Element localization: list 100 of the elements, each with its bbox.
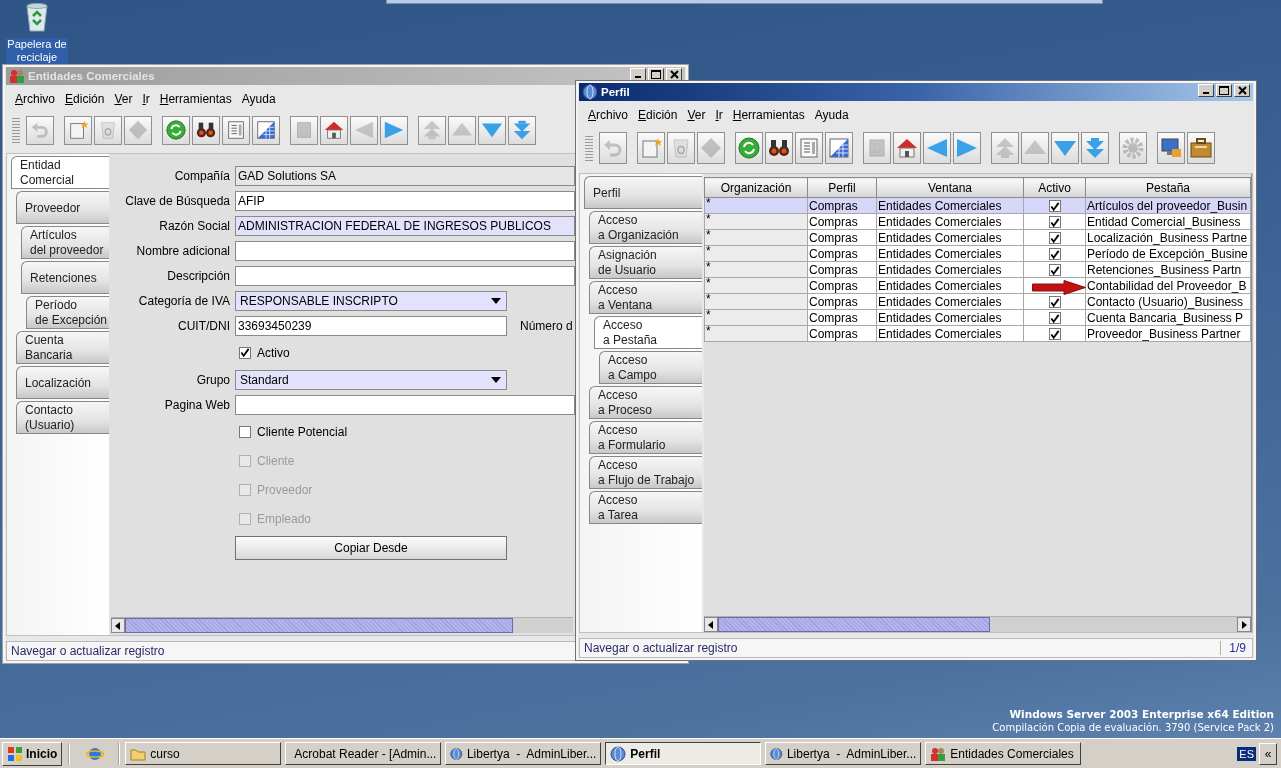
copy-button[interactable]: Copiar Desde: [235, 536, 507, 560]
checkbox-label: Activo: [257, 345, 290, 360]
toolbar-button[interactable]: [320, 115, 348, 145]
checkbox-label: Proveedor: [257, 482, 313, 497]
toolbar-button[interactable]: [192, 115, 220, 145]
scroll-arrow-button[interactable]: [1237, 617, 1251, 632]
taskbar-button[interactable]: Libertya - AdminLiber...: [765, 742, 922, 765]
menu-item[interactable]: Herramientas: [154, 92, 237, 106]
table-row[interactable]: * Compras Entidades Comerciales Localización_Business Partne: [704, 229, 1251, 246]
checkbox[interactable]: [239, 346, 251, 359]
tab[interactable]: Acceso a Organización: [589, 211, 702, 244]
checkbox[interactable]: [239, 425, 251, 438]
menu-item[interactable]: Archivo: [583, 108, 634, 122]
tab[interactable]: Perfil: [584, 176, 702, 209]
right-arrow-icon: [1240, 619, 1248, 630]
input-field[interactable]: [235, 395, 575, 415]
checkbox[interactable]: [1048, 216, 1061, 229]
checkbox[interactable]: [1048, 328, 1061, 341]
tab[interactable]: Acceso a Pestaña: [594, 316, 702, 349]
start-button[interactable]: Inicio: [2, 741, 63, 766]
dropdown[interactable]: RESPONSABLE INSCRIPTO: [235, 291, 507, 311]
desktop-icon-label[interactable]: Papelera de reciclaje: [6, 38, 68, 64]
toolbar-button[interactable]: [1187, 132, 1215, 164]
checkbox[interactable]: [1048, 248, 1061, 261]
checkbox[interactable]: [1048, 312, 1061, 325]
taskbar-button[interactable]: curso: [125, 742, 282, 765]
checkbox-label: Cliente Potencial: [257, 424, 348, 439]
tab[interactable]: Artículos del proveedor: [21, 226, 109, 259]
menu-item[interactable]: Ir: [137, 92, 155, 106]
tab[interactable]: Acceso a Ventana: [589, 281, 702, 314]
tab[interactable]: Acceso a Proceso: [589, 386, 702, 419]
column-header[interactable]: Organización: [704, 177, 808, 198]
menu-item[interactable]: Archivo: [10, 92, 61, 106]
close-button[interactable]: [1234, 84, 1250, 97]
scrollbar[interactable]: [111, 617, 573, 633]
input-field[interactable]: AFIP: [235, 191, 575, 211]
table-row[interactable]: * Compras Entidades Comerciales Entidad Comercial_Business: [704, 213, 1251, 230]
column-header[interactable]: Pestaña: [1085, 177, 1251, 198]
minimize-button[interactable]: [1198, 84, 1214, 97]
tab[interactable]: Localización: [16, 366, 109, 399]
scrollbar-thumb[interactable]: [718, 617, 990, 632]
taskbar-button[interactable]: Acrobat Reader - [Admin...: [285, 742, 442, 765]
checkbox[interactable]: [1048, 264, 1061, 277]
toolbar-button[interactable]: [765, 132, 793, 164]
toolbar-button[interactable]: [1157, 132, 1185, 164]
tab[interactable]: Acceso a Flujo de Trabajo: [589, 456, 702, 489]
column-header[interactable]: Ventana: [876, 177, 1024, 198]
field-label: Pagina Web: [163, 398, 230, 412]
checkbox-label: Cliente: [257, 453, 295, 468]
input-field[interactable]: ADMINISTRACION FEDERAL DE INGRESOS PUBLICOS: [235, 216, 575, 236]
checkbox[interactable]: [1048, 232, 1061, 245]
taskbar-button[interactable]: Libertya - AdminLiber...: [445, 742, 602, 765]
column-header[interactable]: Perfil: [807, 177, 877, 198]
tab[interactable]: Contacto (Usuario): [16, 401, 109, 434]
table-row[interactable]: * Compras Entidades Comerciales Período de Excepción_Busine: [704, 245, 1251, 262]
menu-item[interactable]: Herramientas: [727, 108, 810, 122]
checkbox[interactable]: [1048, 200, 1061, 213]
tab[interactable]: Período de Excepción: [26, 296, 109, 329]
menu-item[interactable]: Ir: [710, 108, 728, 122]
menu-item[interactable]: Ayuda: [236, 92, 281, 106]
menu-item[interactable]: Ver: [682, 108, 711, 122]
table-row[interactable]: * Compras Entidades Comerciales Contacto (Usuario)_Business: [704, 293, 1251, 310]
input-field[interactable]: GAD Solutions SA: [235, 166, 575, 186]
input-field[interactable]: 33693450239: [235, 316, 507, 336]
tab[interactable]: Acceso a Formulario: [589, 421, 702, 454]
scrollbar[interactable]: [704, 616, 1251, 632]
taskbar-button[interactable]: Perfil: [605, 742, 762, 765]
maximize-button[interactable]: [1216, 84, 1232, 97]
scroll-arrow-button[interactable]: [111, 618, 125, 633]
close-icon: [1237, 86, 1247, 95]
scrollbar-thumb[interactable]: [125, 618, 513, 633]
menu-item[interactable]: Edición: [60, 92, 110, 106]
tray-toggle-button[interactable]: «: [1259, 742, 1277, 765]
dropdown[interactable]: Standard: [235, 370, 507, 390]
language-indicator[interactable]: ES: [1237, 746, 1256, 761]
menu-item[interactable]: Edición: [633, 108, 683, 122]
checkbox[interactable]: [1048, 296, 1061, 309]
input-field[interactable]: [235, 266, 575, 286]
tab[interactable]: Acceso a Campo: [599, 351, 702, 384]
tab[interactable]: Proveedor: [16, 191, 109, 224]
column-header[interactable]: Activo: [1023, 177, 1086, 198]
taskbar-button[interactable]: Entidades Comerciales: [925, 742, 1082, 765]
caret-icon: [490, 376, 502, 384]
menu-item[interactable]: Ver: [109, 92, 138, 106]
input-field[interactable]: [235, 241, 575, 261]
tab[interactable]: Entidad Comercial: [11, 156, 109, 189]
tab[interactable]: Cuenta Bancaria: [16, 331, 109, 364]
table-row[interactable]: * Compras Entidades Comerciales Retenciones_Business Partn: [704, 261, 1251, 278]
table-row[interactable]: * Compras Entidades Comerciales Artículos del proveedor_Busin: [704, 197, 1251, 214]
toolbar-button[interactable]: [893, 132, 921, 164]
menu-item[interactable]: Ayuda: [809, 108, 854, 122]
tab[interactable]: Acceso a Tarea: [589, 491, 702, 524]
tab[interactable]: Retenciones: [21, 261, 109, 294]
table-row[interactable]: * Compras Entidades Comerciales Proveedor_Business Partner: [704, 325, 1251, 342]
scroll-arrow-button[interactable]: [704, 617, 718, 632]
table-row[interactable]: * Compras Entidades Comerciales Cuenta Bancaria_Business P: [704, 309, 1251, 326]
table-row[interactable]: * Compras Entidades Comerciales Contabilidad del Proveedor_B: [704, 277, 1251, 294]
tab[interactable]: Asignación de Usuario: [589, 246, 702, 279]
right-arrow-icon: [383, 119, 405, 141]
left-arrow-icon: [114, 620, 122, 631]
